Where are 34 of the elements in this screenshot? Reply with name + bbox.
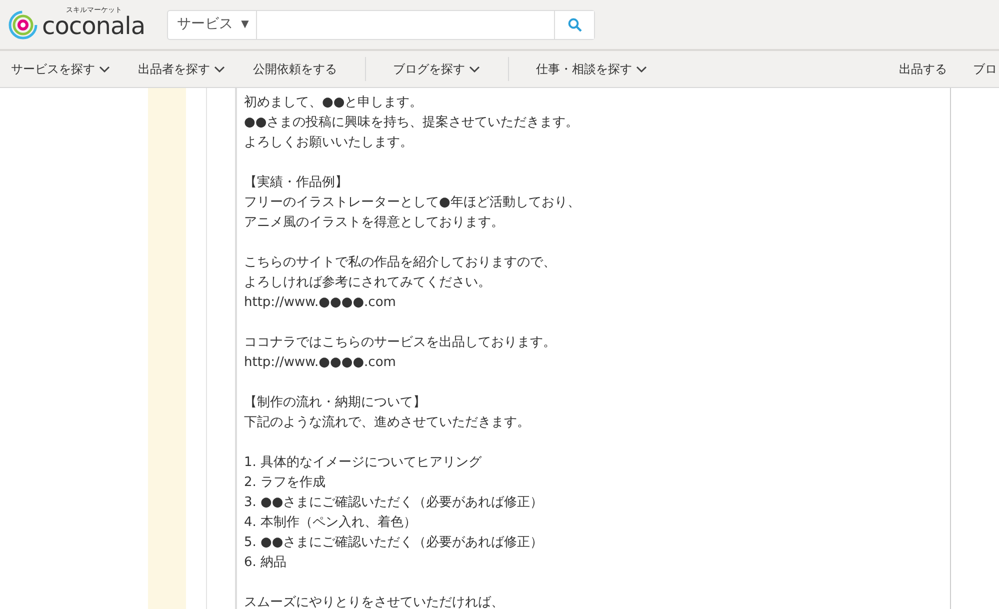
- logo-text[interactable]: coconala: [42, 14, 146, 38]
- nav-link[interactable]: 出品者を探す: [127, 57, 225, 81]
- message-line: スムーズにやりとりをさせていただければ、: [244, 594, 505, 609]
- message-line: よろしければ参考にされてみてください。: [244, 274, 492, 292]
- nav-link[interactable]: 出品する: [899, 60, 947, 78]
- chevron-down-icon: [99, 66, 110, 72]
- chevron-down-icon: [469, 66, 480, 72]
- message-line: 4. 本制作（ペン入れ、着色）: [244, 514, 418, 532]
- chevron-down-icon: [214, 66, 225, 72]
- nav-link[interactable]: サービスを探す: [0, 57, 110, 81]
- nav-link[interactable]: ブログを探す: [382, 57, 509, 81]
- message-line: http://www.●●●●.com: [244, 354, 397, 372]
- message-line: こちらのサイトで私の作品を紹介しておりますので、: [244, 254, 557, 272]
- message-line: ココナラではこちらのサービスを出品しております。: [244, 334, 557, 352]
- message-textarea[interactable]: [235, 88, 951, 609]
- message-line: 初めまして、●●と申します。: [244, 94, 424, 112]
- message-line: http://www.●●●●.com: [244, 294, 397, 312]
- message-line: 1. 具体的なイメージについてヒアリング: [244, 454, 483, 472]
- message-line: 5. ●●さまにご確認いただく（必要があれば修正）: [244, 534, 544, 552]
- message-line: アニメ風のイラストを得意としております。: [244, 214, 505, 232]
- message-line: 【制作の流れ・納期について】: [244, 394, 427, 412]
- message-line: 2. ラフを作成: [244, 474, 327, 492]
- nav-link[interactable]: 公開依頼をする: [242, 57, 366, 81]
- message-line: 下記のような流れで、進めさせていただきます。: [244, 414, 531, 432]
- message-line: フリーのイラストレーターとして●年ほど活動しており、: [244, 194, 582, 212]
- message-line: 【実績・作品例】: [244, 174, 349, 192]
- message-line: 6. 納品: [244, 554, 288, 572]
- nav-link[interactable]: ブロ: [973, 60, 997, 78]
- logo-icon: [8, 10, 38, 40]
- message-line: 3. ●●さまにご確認いただく（必要があれば修正）: [244, 494, 544, 512]
- message-line: よろしくお願いいたします。: [244, 134, 414, 152]
- chevron-down-icon: [636, 66, 647, 72]
- nav-link[interactable]: 仕事・相談を探す: [525, 57, 647, 81]
- message-line: ●●さまの投稿に興味を持ち、提案させていただきます。: [244, 114, 580, 132]
